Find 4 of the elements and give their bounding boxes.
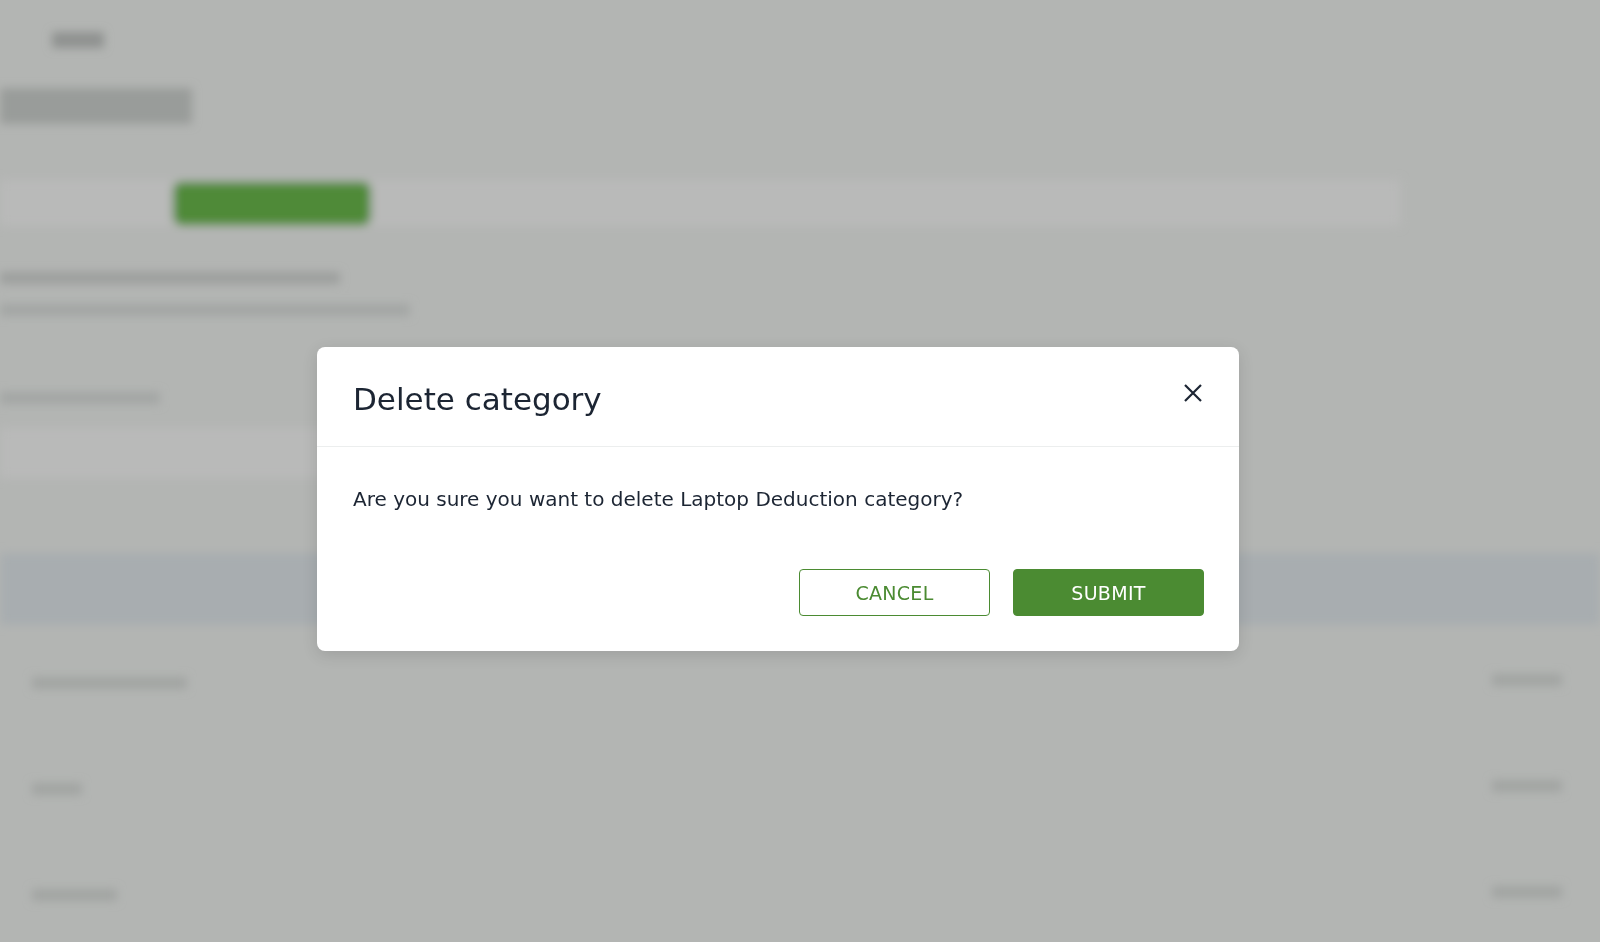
submit-button[interactable]: SUBMIT [1013, 569, 1204, 616]
cancel-button[interactable]: CANCEL [799, 569, 990, 616]
dialog-message: Are you sure you want to delete Laptop Deduction category? [353, 487, 964, 511]
dialog-title: Delete category [353, 381, 602, 417]
